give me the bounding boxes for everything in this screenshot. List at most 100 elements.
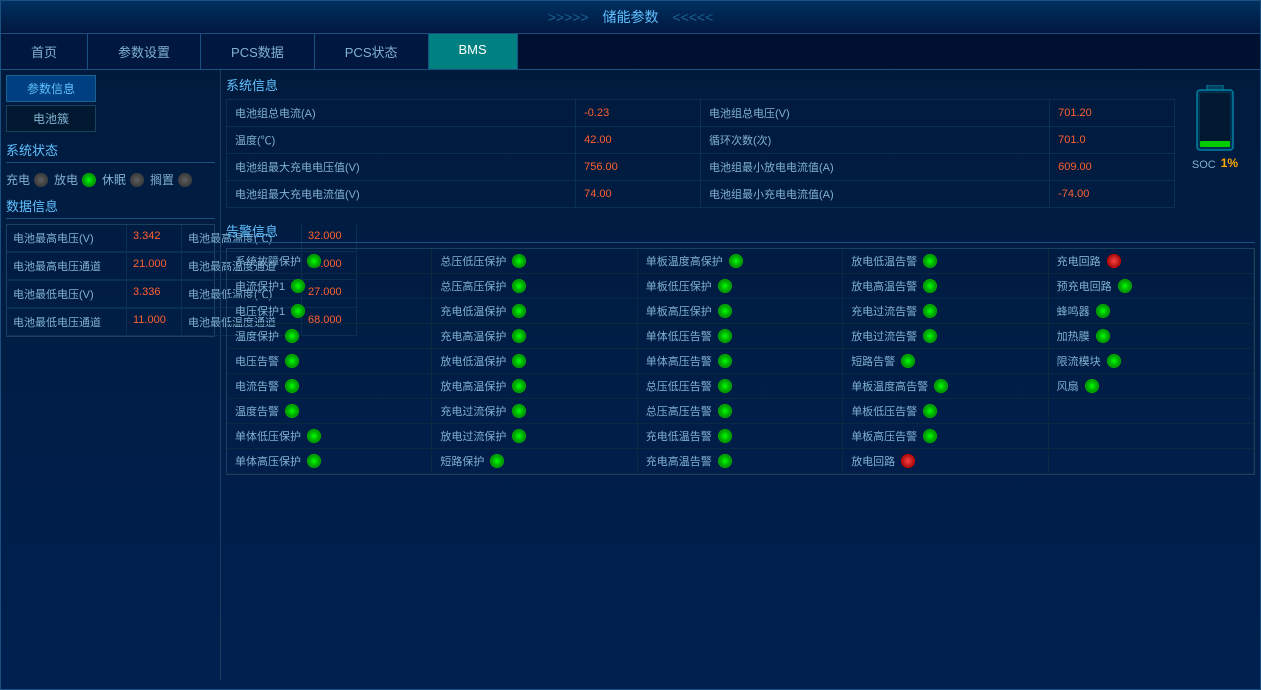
alarm-dot xyxy=(1107,254,1121,268)
alarm-label: 放电低温告警 xyxy=(851,253,917,269)
alarm-label: 单板高压保护 xyxy=(646,303,712,319)
alarm-label: 单板温度高保护 xyxy=(646,253,723,269)
alarm-label: 单板低压告警 xyxy=(851,403,917,419)
alarm-label: 电流保护1 xyxy=(235,278,285,294)
alarm-cell: 单体低压保护 xyxy=(227,424,432,449)
tab-param-settings[interactable]: 参数设置 xyxy=(88,34,201,69)
alarm-label: 总压高压告警 xyxy=(646,403,712,419)
alarm-cell: 电压告警 xyxy=(227,349,432,374)
alarm-cell: 放电低温保护 xyxy=(432,349,637,374)
si-c2: 电池组总电压(V) xyxy=(700,100,1049,127)
alarm-cell: 温度保护 xyxy=(227,324,432,349)
alarm-dot xyxy=(1085,379,1099,393)
alarm-dot xyxy=(291,279,305,293)
charging-label: 充电 xyxy=(6,171,30,188)
d1c1: 电池最高电压(V) xyxy=(7,225,127,252)
alarm-label: 单板温度高告警 xyxy=(851,378,928,394)
si3-c1: 电池组最大充电电压值(V) xyxy=(227,154,576,181)
nav-tabs: 首页 参数设置 PCS数据 PCS状态 BMS xyxy=(1,34,1260,70)
sys-info-row-1: 电池组总电流(A) -0.23 电池组总电压(V) 701.20 xyxy=(227,100,1175,127)
alarm-dot xyxy=(512,329,526,343)
alarm-label: 放电高温保护 xyxy=(440,378,506,394)
alarm-cell: 电压保护1 xyxy=(227,299,432,324)
battery-cluster-button[interactable]: 电池簇 xyxy=(6,105,96,132)
alarm-cell xyxy=(1049,399,1254,424)
alarm-label: 总压高压保护 xyxy=(440,278,506,294)
data-info-table: 电池最高电压(V) 3.342 电池最高温度(℃) 32.000 电池最高电压通… xyxy=(6,224,215,337)
sys-info-row-3: 电池组最大充电电压值(V) 756.00 电池组最小放电电流值(A) 609.0… xyxy=(227,154,1175,181)
tab-home[interactable]: 首页 xyxy=(1,34,88,69)
alarm-cell: 充电高温告警 xyxy=(638,449,843,474)
alarm-grid: 系统故障保护 总压低压保护 单板温度高保护 放电低温告警 充电回路电流保护1 总压高压保护… xyxy=(226,248,1255,475)
alarm-label: 充电高温保护 xyxy=(440,328,506,344)
alarm-cell: 蜂鸣器 xyxy=(1049,299,1254,324)
alarm-dot xyxy=(291,304,305,318)
alarm-cell xyxy=(1049,424,1254,449)
alarm-dot xyxy=(718,379,732,393)
alarm-label: 充电低温保护 xyxy=(440,303,506,319)
alarm-cell: 预充电回路 xyxy=(1049,274,1254,299)
alarm-cell: 单体低压告警 xyxy=(638,324,843,349)
alarm-dot xyxy=(285,404,299,418)
alarm-label: 充电过流保护 xyxy=(440,403,506,419)
alarm-cell: 放电过流保护 xyxy=(432,424,637,449)
alarm-label: 充电高温告警 xyxy=(646,453,712,469)
alarm-label: 电压告警 xyxy=(235,353,279,369)
alarm-cell: 总压高压告警 xyxy=(638,399,843,424)
alarm-label: 单体低压告警 xyxy=(646,328,712,344)
charging-dot xyxy=(34,173,48,187)
d4c1: 电池最低电压通道 xyxy=(7,309,127,336)
discharging-label: 放电 xyxy=(54,171,78,188)
alarm-label: 单体高压保护 xyxy=(235,453,301,469)
tab-pcs-data[interactable]: PCS数据 xyxy=(201,34,315,69)
data-row-4: 电池最低电压通道 11.000 电池最低温度通道 68.000 xyxy=(7,309,214,336)
si4-v2: -74.00 xyxy=(1050,181,1175,208)
alarm-dot xyxy=(307,454,321,468)
alarm-cell: 放电高温告警 xyxy=(843,274,1048,299)
si2-v2: 701.0 xyxy=(1050,127,1175,154)
alarm-dot xyxy=(729,254,743,268)
left-arrows: >>>>> xyxy=(548,9,589,25)
alarm-cell: 单板高压告警 xyxy=(843,424,1048,449)
alarm-dot xyxy=(1096,329,1110,343)
alarm-dot xyxy=(934,379,948,393)
alarm-label: 放电过流告警 xyxy=(851,328,917,344)
top-bar: >>>>> 储能参数 <<<<< xyxy=(1,1,1260,34)
alarm-cell: 短路告警 xyxy=(843,349,1048,374)
param-info-button[interactable]: 参数信息 xyxy=(6,75,96,102)
alarm-dot xyxy=(718,354,732,368)
alarm-cell: 总压低压告警 xyxy=(638,374,843,399)
alarm-label: 充电回路 xyxy=(1057,253,1101,269)
alarm-dot xyxy=(285,329,299,343)
alarm-label: 电压保护1 xyxy=(235,303,285,319)
alarm-label: 限流模块 xyxy=(1057,353,1101,369)
alarm-dot xyxy=(512,379,526,393)
sleep-dot xyxy=(130,173,144,187)
alarm-cell: 放电回路 xyxy=(843,449,1048,474)
alarm-cell: 放电低温告警 xyxy=(843,249,1048,274)
sleep-label: 休眠 xyxy=(102,171,126,188)
alarm-label: 放电高温告警 xyxy=(851,278,917,294)
alarm-cell: 总压高压保护 xyxy=(432,274,637,299)
d3c1: 电池最低电压(V) xyxy=(7,281,127,308)
tab-pcs-status[interactable]: PCS状态 xyxy=(315,34,429,69)
top-section: 系统信息 电池组总电流(A) -0.23 电池组总电压(V) 701.20 温度… xyxy=(226,75,1255,216)
alarm-label: 系统故障保护 xyxy=(235,253,301,269)
sys-info-row-4: 电池组最大充电电流值(V) 74.00 电池组最小充电电流值(A) -74.00 xyxy=(227,181,1175,208)
alarm-dot xyxy=(285,354,299,368)
alarm-cell: 温度告警 xyxy=(227,399,432,424)
si3-v2: 609.00 xyxy=(1050,154,1175,181)
sys-state-title: 系统状态 xyxy=(6,140,215,163)
alarm-cell: 充电低温保护 xyxy=(432,299,637,324)
alarm-cell: 放电过流告警 xyxy=(843,324,1048,349)
alarm-label: 总压低压保护 xyxy=(440,253,506,269)
alarm-cell: 系统故障保护 xyxy=(227,249,432,274)
si-v2: 701.20 xyxy=(1050,100,1175,127)
alarm-dot xyxy=(307,429,321,443)
alarm-cell: 单板低压保护 xyxy=(638,274,843,299)
alarm-dot xyxy=(512,304,526,318)
si4-v1: 74.00 xyxy=(576,181,701,208)
d3v1: 3.336 xyxy=(127,281,182,308)
tab-bms[interactable]: BMS xyxy=(429,34,518,69)
alarm-cell: 单板低压告警 xyxy=(843,399,1048,424)
